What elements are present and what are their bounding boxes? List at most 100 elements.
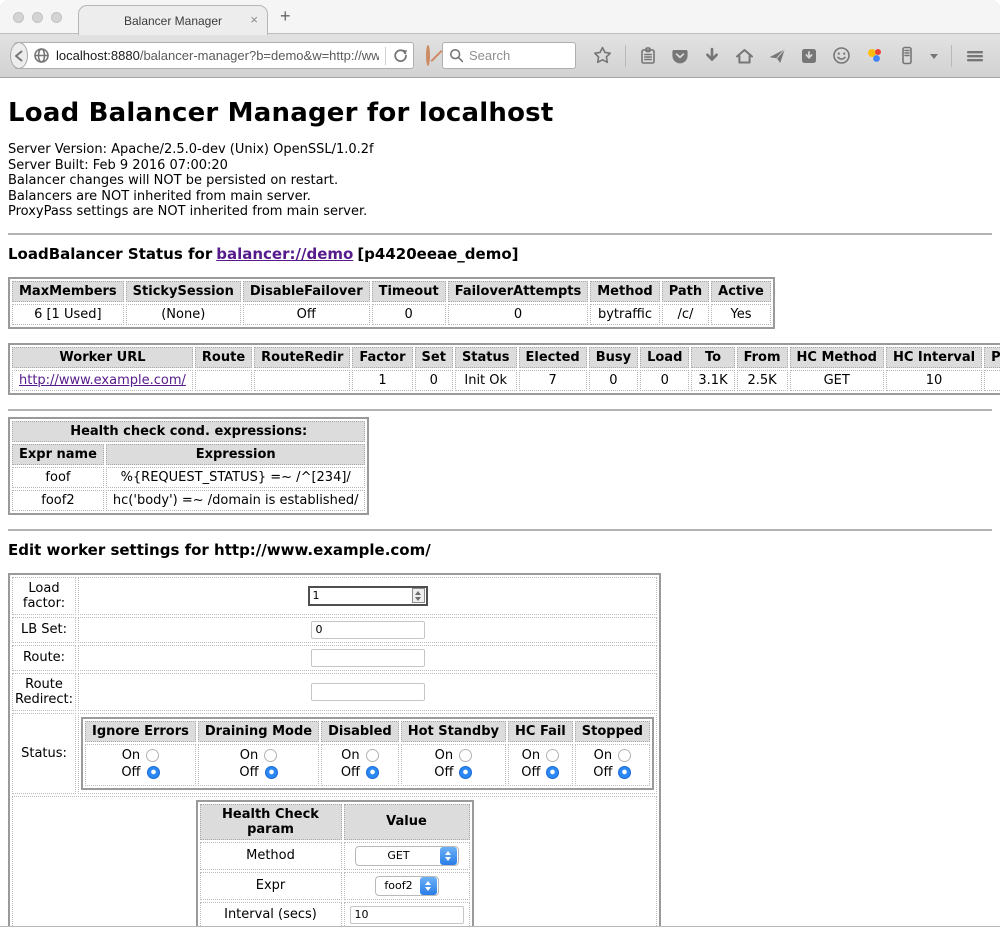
tab-close-icon[interactable]: × xyxy=(250,13,258,27)
bookmark-star-icon[interactable] xyxy=(592,45,613,66)
on-label: On xyxy=(435,747,453,764)
method-label: Method xyxy=(200,842,342,870)
status-label: Status: xyxy=(12,713,76,794)
number-stepper[interactable] xyxy=(412,588,425,603)
col-hc-value: Value xyxy=(344,804,470,840)
tab-bar: Balancer Manager × + xyxy=(0,0,1000,34)
radio-hc-fail-off[interactable] xyxy=(546,766,559,779)
window-zoom-button[interactable] xyxy=(51,12,62,23)
route-redirect-input[interactable] xyxy=(311,683,425,701)
divider xyxy=(951,45,952,67)
url-domain: localhost:8880 xyxy=(56,48,140,63)
radio-hot-standby-off[interactable] xyxy=(459,766,472,779)
col-hc-param: Health Check param xyxy=(200,804,342,840)
off-label: Off xyxy=(341,764,360,781)
home-icon[interactable] xyxy=(734,46,755,66)
interval-input[interactable] xyxy=(350,906,464,924)
radio-disabled-on[interactable] xyxy=(366,749,379,762)
new-tab-button[interactable]: + xyxy=(280,6,291,27)
expr-select-value: foof2 xyxy=(382,879,420,892)
worker-table: Worker URL Route RouteRedir Factor Set S… xyxy=(8,343,1000,395)
radio-ignore-errors-on[interactable] xyxy=(146,749,159,762)
panel-download-icon[interactable] xyxy=(799,46,819,66)
radio-draining-mode-off[interactable] xyxy=(265,766,278,779)
window-close-button[interactable] xyxy=(13,12,24,23)
back-button[interactable] xyxy=(10,42,28,69)
load-factor-input-wrap xyxy=(308,586,428,606)
download-icon[interactable] xyxy=(702,46,722,66)
url-path: /balancer-manager?b=demo&w=http://www.ex… xyxy=(140,48,379,63)
lb-set-input[interactable] xyxy=(311,621,425,639)
balancer-demo-link[interactable]: balancer://demo xyxy=(216,245,353,263)
proxypass-note: ProxyPass settings are NOT inherited fro… xyxy=(8,204,992,220)
persist-note: Balancer changes will NOT be persisted o… xyxy=(8,173,992,189)
load-factor-input[interactable] xyxy=(310,589,412,602)
expr-select[interactable]: foof2 xyxy=(375,876,439,896)
divider xyxy=(385,47,386,65)
notes-device-icon[interactable] xyxy=(897,45,917,66)
col-expr-name: Expr name xyxy=(12,444,104,465)
worker-url-link[interactable]: http://www.example.com/ xyxy=(19,373,186,388)
load-factor-label: Load factor: xyxy=(12,577,76,615)
on-label: On xyxy=(594,747,612,764)
tab-balancer-manager[interactable]: Balancer Manager × xyxy=(78,5,268,35)
radio-stopped-on[interactable] xyxy=(618,749,631,762)
col-maxmembers: MaxMembers xyxy=(12,281,124,302)
divider xyxy=(625,45,626,67)
pocket-icon[interactable] xyxy=(670,46,690,66)
server-version: Server Version: Apache/2.5.0-dev (Unix) … xyxy=(8,142,992,158)
radio-draining-mode-on[interactable] xyxy=(264,749,277,762)
menu-icon[interactable] xyxy=(964,47,986,65)
radio-hc-fail-on[interactable] xyxy=(546,749,559,762)
tracking-blocked-icon[interactable] xyxy=(426,45,430,66)
reading-list-icon[interactable] xyxy=(638,46,658,66)
radio-stopped-off[interactable] xyxy=(618,766,631,779)
radio-disabled-off[interactable] xyxy=(366,766,379,779)
edit-worker-form: Load factor: LB Set: Route: Route Redire… xyxy=(8,573,661,927)
browser-window: Balancer Manager × + localhost:8880/bala… xyxy=(0,0,1000,927)
off-label: Off xyxy=(434,764,453,781)
col-timeout: Timeout xyxy=(372,281,446,302)
search-box[interactable] xyxy=(442,42,576,69)
radio-ignore-errors-off[interactable] xyxy=(147,766,160,779)
method-select[interactable]: GET xyxy=(355,846,459,866)
feedback-smiley-icon[interactable] xyxy=(831,45,852,66)
url-bar[interactable]: localhost:8880/balancer-manager?b=demo&w… xyxy=(14,42,414,69)
edit-worker-heading: Edit worker settings for http://www.exam… xyxy=(8,541,992,559)
route-redirect-label: Route Redirect: xyxy=(12,673,76,711)
col-failoverattempts: FailoverAttempts xyxy=(448,281,589,302)
window-minimize-button[interactable] xyxy=(32,12,43,23)
col-draining-mode: Draining Mode xyxy=(198,721,319,742)
on-label: On xyxy=(522,747,540,764)
col-method: Method xyxy=(590,281,659,302)
expr-label: Expr xyxy=(200,872,342,900)
navigation-toolbar: localhost:8880/balancer-manager?b=demo&w… xyxy=(0,34,1000,78)
col-hot-standby: Hot Standby xyxy=(401,721,506,742)
col-ignore-errors: Ignore Errors xyxy=(85,721,196,742)
reload-icon[interactable] xyxy=(392,47,409,64)
url-text[interactable]: localhost:8880/balancer-manager?b=demo&w… xyxy=(56,48,379,63)
send-to-device-icon[interactable] xyxy=(767,46,787,66)
extension-dots-icon[interactable] xyxy=(864,45,885,66)
toolbar-icons xyxy=(592,45,1000,67)
method-select-value: GET xyxy=(362,849,440,862)
window-controls[interactable] xyxy=(13,12,62,23)
server-info: Server Version: Apache/2.5.0-dev (Unix) … xyxy=(8,142,992,220)
dropdown-caret-icon[interactable] xyxy=(929,52,939,60)
server-built: Server Built: Feb 9 2016 07:00:20 xyxy=(8,158,992,174)
radio-hot-standby-on[interactable] xyxy=(459,749,472,762)
search-icon xyxy=(449,48,464,63)
select-chevrons-icon xyxy=(420,877,437,895)
balancer-status-table: MaxMembers StickySession DisableFailover… xyxy=(8,277,775,329)
status-table: Ignore Errors Draining Mode Disabled Hot… xyxy=(81,717,654,790)
off-label: Off xyxy=(239,764,258,781)
search-input[interactable] xyxy=(469,48,569,63)
select-chevrons-icon xyxy=(440,847,457,865)
health-check-expr-table: Health check cond. expressions: Expr nam… xyxy=(8,417,369,515)
on-label: On xyxy=(240,747,258,764)
lb-set-label: LB Set: xyxy=(12,617,76,643)
table-row: http://www.example.com/ 1 0 Init Ok 7 0 … xyxy=(12,370,1000,391)
table-row: foof2 hc('body') =~ /domain is establish… xyxy=(12,490,365,511)
route-input[interactable] xyxy=(311,649,425,667)
table-row: foof %{REQUEST_STATUS} =~ /^[234]/ xyxy=(12,467,365,488)
